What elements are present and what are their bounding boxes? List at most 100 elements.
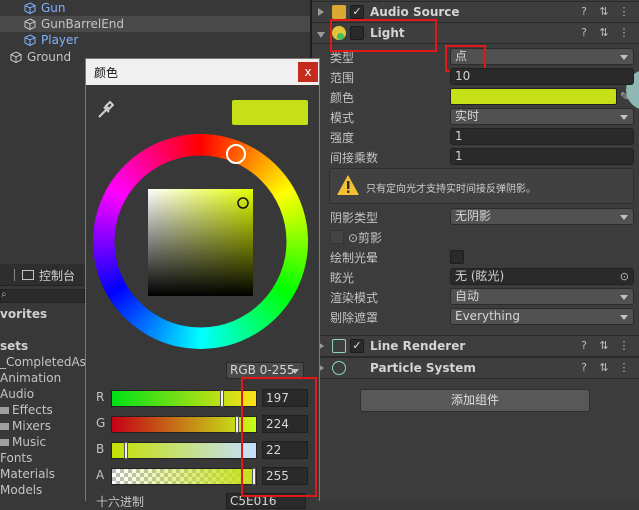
chevron-down-icon bbox=[620, 315, 628, 320]
slider-g[interactable] bbox=[111, 416, 257, 433]
project-folder[interactable]: Fonts bbox=[0, 451, 32, 465]
close-button[interactable]: x bbox=[298, 62, 318, 82]
gameobject-cube-icon bbox=[24, 2, 36, 14]
preset-icon[interactable]: ⇅ bbox=[597, 26, 611, 40]
color-preview-swatch bbox=[232, 100, 308, 125]
object-picker-icon[interactable]: ⊙ bbox=[620, 269, 629, 284]
annotation-highlight bbox=[330, 19, 437, 52]
slider-a[interactable] bbox=[111, 468, 257, 485]
line-renderer-icon bbox=[332, 339, 346, 353]
folder-icon bbox=[0, 423, 9, 430]
cookie-checkbox[interactable] bbox=[330, 230, 344, 244]
indirect-multiplier-field[interactable]: 1 bbox=[450, 148, 634, 165]
component-title: Audio Source bbox=[370, 5, 460, 19]
prop-label-mode: 模式 bbox=[330, 111, 355, 125]
project-tab-bar: 控制台 bbox=[0, 264, 90, 286]
hue-wheel[interactable] bbox=[93, 134, 308, 349]
prop-label-type: 类型 bbox=[330, 51, 355, 65]
project-folder[interactable]: Effects bbox=[0, 403, 53, 417]
channel-label-b: B bbox=[96, 442, 105, 456]
preset-icon[interactable]: ⇅ bbox=[597, 361, 611, 375]
preset-icon[interactable]: ⇅ bbox=[597, 339, 611, 353]
project-folder[interactable]: Models bbox=[0, 483, 42, 497]
project-folder[interactable]: Music bbox=[0, 435, 46, 449]
assets-header[interactable]: sets bbox=[0, 339, 28, 353]
audio-source-icon bbox=[332, 5, 346, 19]
eyedropper-icon[interactable]: ✎ bbox=[620, 90, 629, 103]
enable-checkbox[interactable]: ✓ bbox=[350, 339, 364, 353]
hierarchy-item-gun[interactable]: Gun bbox=[0, 0, 312, 16]
more-icon[interactable]: ⋮ bbox=[617, 361, 631, 375]
add-component-button[interactable]: 添加组件 bbox=[360, 389, 590, 412]
favorites-header[interactable]: vorites bbox=[0, 307, 47, 321]
tab-console[interactable]: 控制台 bbox=[39, 267, 75, 284]
project-folder[interactable]: Mixers bbox=[0, 419, 51, 433]
slider-r[interactable] bbox=[111, 390, 257, 407]
project-folder[interactable]: Materials bbox=[0, 467, 55, 481]
search-icon: ⌕ bbox=[1, 289, 7, 300]
component-header-line-renderer[interactable]: ✓ Line Renderer ? ⇅ ⋮ bbox=[312, 335, 639, 357]
render-mode-dropdown[interactable]: 自动 bbox=[450, 288, 634, 305]
range-field[interactable]: 10 bbox=[450, 68, 634, 85]
prop-label-range: 范围 bbox=[330, 71, 355, 85]
slider-handle[interactable] bbox=[124, 442, 128, 459]
flare-value: 无 (眩光) bbox=[455, 269, 505, 283]
gameobject-cube-icon bbox=[10, 51, 22, 63]
eyedropper-icon[interactable] bbox=[96, 100, 114, 120]
help-icon[interactable]: ? bbox=[577, 339, 591, 353]
folder-icon bbox=[0, 407, 9, 414]
mode-dropdown[interactable]: 实时 bbox=[450, 108, 634, 125]
color-picker-title: 颜色 bbox=[94, 66, 119, 80]
project-folder[interactable]: Audio bbox=[0, 387, 34, 401]
chevron-down-icon bbox=[620, 115, 628, 120]
prop-label-indirect: 间接乘数 bbox=[330, 151, 379, 165]
more-icon[interactable]: ⋮ bbox=[617, 5, 631, 19]
project-folder[interactable]: _CompletedAss bbox=[0, 355, 92, 369]
draw-halo-checkbox[interactable] bbox=[450, 250, 464, 264]
more-icon[interactable]: ⋮ bbox=[617, 339, 631, 353]
prop-label-cookie: ⊙剪影 bbox=[348, 231, 383, 245]
foldout-arrow-icon[interactable] bbox=[317, 32, 325, 38]
component-header-particle-system[interactable]: Particle System ? ⇅ ⋮ bbox=[312, 357, 639, 379]
culling-mask-dropdown[interactable]: Everything bbox=[450, 308, 634, 325]
enable-checkbox[interactable]: ✓ bbox=[350, 5, 364, 19]
help-icon[interactable]: ? bbox=[577, 361, 591, 375]
project-folder-label: Effects bbox=[12, 403, 53, 417]
prop-label-color: 颜色 bbox=[330, 91, 355, 105]
slider-b[interactable] bbox=[111, 442, 257, 459]
chevron-down-icon bbox=[620, 215, 628, 220]
project-folder-label: Music bbox=[12, 435, 47, 449]
prop-label-culling-mask: 剔除遮罩 bbox=[330, 311, 379, 325]
gameobject-cube-icon bbox=[24, 18, 36, 30]
chevron-down-icon bbox=[620, 295, 628, 300]
chevron-down-icon bbox=[291, 369, 299, 374]
mode-value: 实时 bbox=[455, 109, 480, 123]
prop-label-shadow-type: 阴影类型 bbox=[330, 211, 379, 225]
folder-icon bbox=[0, 439, 9, 446]
intensity-field[interactable]: 1 bbox=[450, 128, 634, 145]
tab-divider bbox=[14, 269, 15, 281]
color-mode-value: RGB 0-255 bbox=[230, 363, 295, 377]
component-title: Particle System bbox=[370, 361, 476, 375]
hierarchy-item-player[interactable]: Player bbox=[0, 32, 312, 48]
color-field[interactable] bbox=[450, 88, 617, 105]
shadow-type-dropdown[interactable]: 无阴影 bbox=[450, 208, 634, 225]
help-icon[interactable]: ? bbox=[577, 5, 591, 19]
channel-label-g: G bbox=[96, 416, 106, 430]
help-icon[interactable]: ? bbox=[577, 26, 591, 40]
more-icon[interactable]: ⋮ bbox=[617, 26, 631, 40]
project-search-input[interactable] bbox=[0, 289, 85, 303]
slider-handle[interactable] bbox=[235, 416, 239, 433]
preset-icon[interactable]: ⇅ bbox=[597, 5, 611, 19]
console-icon bbox=[22, 270, 34, 280]
component-header-icons: ? ⇅ ⋮ bbox=[577, 26, 631, 42]
particle-system-icon bbox=[332, 361, 346, 375]
foldout-arrow-icon[interactable] bbox=[318, 8, 324, 16]
flare-object-field[interactable]: 无 (眩光) ⊙ bbox=[450, 268, 634, 285]
slider-handle[interactable] bbox=[220, 390, 224, 407]
component-title: Line Renderer bbox=[370, 339, 466, 353]
project-folder-label: Mixers bbox=[12, 419, 51, 433]
color-picker-titlebar[interactable]: 颜色 bbox=[86, 59, 319, 85]
hierarchy-item-gunbarrelend[interactable]: GunBarrelEnd bbox=[0, 16, 312, 32]
project-folder[interactable]: Animation bbox=[0, 371, 61, 385]
